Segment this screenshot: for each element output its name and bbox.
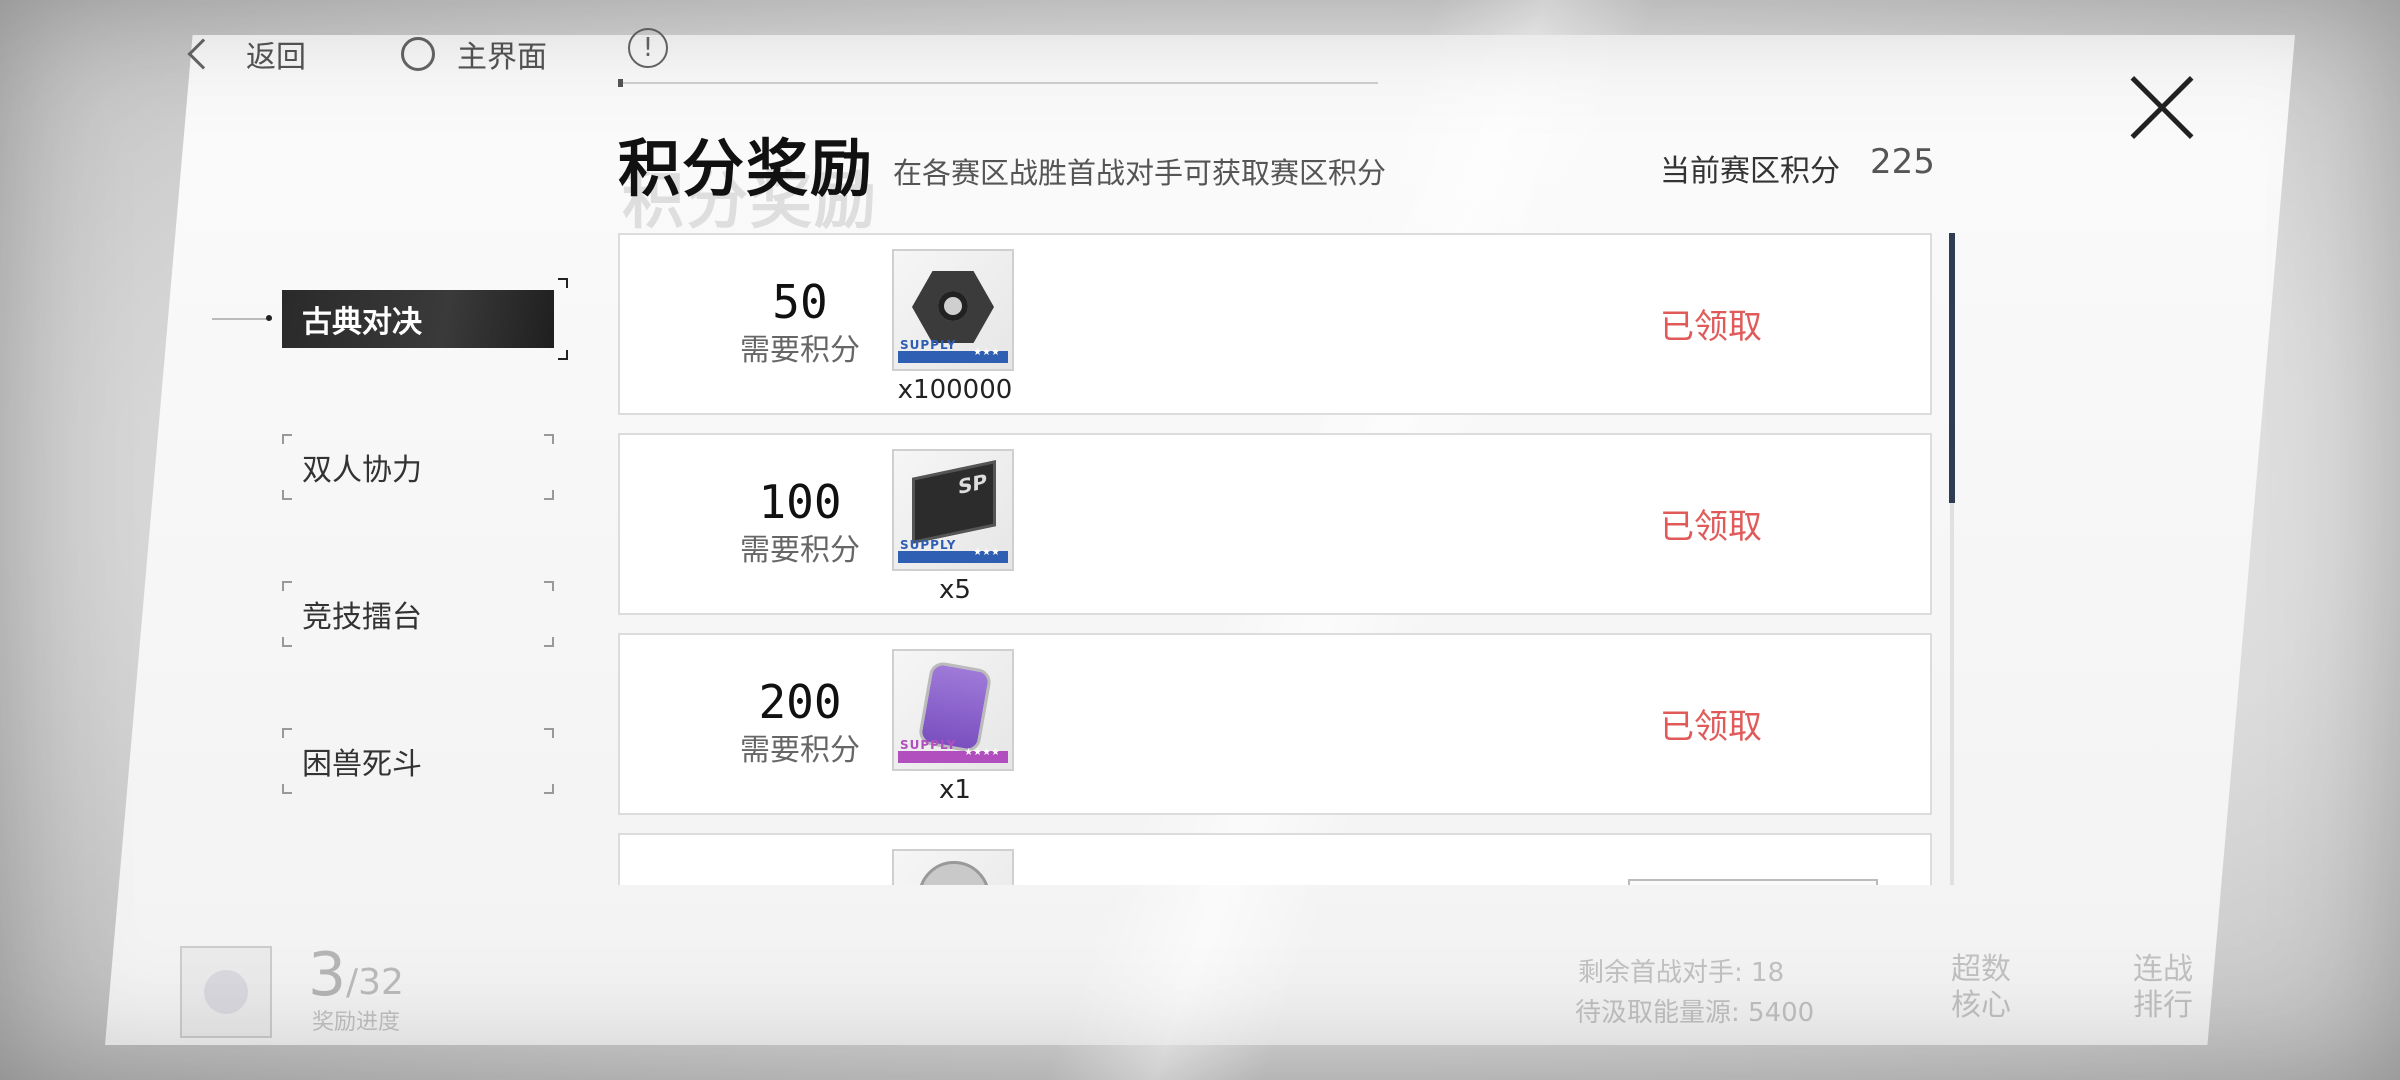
progress-total: /32 <box>346 962 404 1003</box>
required-points-label: 需要积分 <box>740 533 860 568</box>
reward-quantity: x5 <box>939 575 971 605</box>
remaining-opponents: 剩余首战对手: 18 <box>1578 958 1785 988</box>
pending-energy: 待汲取能量源: 5400 <box>1575 998 1815 1028</box>
claimed-status: 已领取 <box>1660 507 1762 547</box>
required-points-label: 需要积分 <box>740 733 860 768</box>
tab-indicator-dot <box>266 315 272 321</box>
tab-death-match[interactable]: 困兽死斗 <box>282 728 554 794</box>
progress-label: 奖励进度 <box>312 1010 401 1035</box>
tab-label: 困兽死斗 <box>302 747 422 782</box>
rarity-band: ★★★ <box>898 547 1008 563</box>
reward-quantity: x1 <box>939 775 971 805</box>
points-label: 当前赛区积分 <box>1660 154 1840 189</box>
required-points-value: 50 <box>772 275 828 329</box>
claimed-status: 已领取 <box>1660 307 1762 347</box>
supply-tag: SUPPLY <box>900 738 957 752</box>
required-points-value: 100 <box>758 475 842 529</box>
progress-current: 3 <box>308 940 347 1010</box>
back-button[interactable]: 返回 <box>180 32 306 76</box>
page-subtitle: 在各赛区战胜首战对手可获取赛区积分 <box>893 156 1387 190</box>
sp-chip-icon <box>912 460 996 544</box>
top-bar: 返回 主界面 <box>180 22 547 86</box>
required-points: 50 需要积分 <box>700 275 900 369</box>
page-title: 积分奖励 <box>618 132 875 205</box>
home-circle-icon <box>401 37 435 71</box>
reward-list[interactable]: 50 需要积分 SUPPLY ★★★ x100000 已领取 100 需要积分 … <box>618 233 1932 885</box>
ranking-button[interactable]: 连战 排行 <box>2128 952 2198 1024</box>
chevron-left-icon <box>187 38 219 70</box>
home-button[interactable]: 主界面 <box>401 32 547 76</box>
tab-arena[interactable]: 竞技擂台 <box>282 581 554 647</box>
header-divider <box>618 79 1378 87</box>
reward-row: 200 需要积分 SUPPLY ★★★★ x1 已领取 <box>618 633 1932 815</box>
required-points: 200 需要积分 <box>700 675 900 769</box>
tab-indicator-line <box>212 318 272 320</box>
reward-item[interactable]: SUPPLY ★★★ <box>892 249 1014 371</box>
required-points-label: 需要积分 <box>740 333 860 368</box>
core-button[interactable]: 超数 核心 <box>1946 952 2016 1024</box>
rarity-band: ★★★★ <box>898 747 1008 763</box>
rarity-band: ★★★ <box>898 347 1008 363</box>
reward-item[interactable]: SUPPLY ★★★ <box>892 449 1014 571</box>
scrollbar-thumb[interactable] <box>1949 233 1955 503</box>
reward-row <box>618 833 1932 885</box>
tab-duo-coop[interactable]: 双人协力 <box>282 434 554 500</box>
claimed-status: 已领取 <box>1660 707 1762 747</box>
tab-classic-duel[interactable]: 古典对决 <box>282 278 568 360</box>
tab-label: 双人协力 <box>302 453 422 488</box>
tab-label: 竞技擂台 <box>302 600 422 635</box>
required-points: 100 需要积分 <box>700 475 900 569</box>
home-label: 主界面 <box>457 40 547 75</box>
reward-row: 50 需要积分 SUPPLY ★★★ x100000 已领取 <box>618 233 1932 415</box>
back-label: 返回 <box>246 40 306 75</box>
hex-nut-icon <box>912 271 994 343</box>
reward-quantity: x100000 <box>897 375 1013 405</box>
progress-badge-icon <box>180 946 272 1038</box>
required-points-value: 200 <box>758 675 842 729</box>
reward-row: 100 需要积分 SUPPLY ★★★ x5 已领取 <box>618 433 1932 615</box>
info-icon[interactable]: ! <box>628 28 668 68</box>
supply-tag: SUPPLY <box>900 538 957 552</box>
close-button[interactable] <box>2128 74 2196 142</box>
tab-label: 古典对决 <box>302 305 422 340</box>
reward-item[interactable]: SUPPLY ★★★★ <box>892 649 1014 771</box>
points-value: 225 <box>1870 142 1935 182</box>
supply-tag: SUPPLY <box>900 338 957 352</box>
bottom-bar: 3 /32 奖励进度 剩余首战对手: 18 待汲取能量源: 5400 超数 核心… <box>0 880 2400 1080</box>
